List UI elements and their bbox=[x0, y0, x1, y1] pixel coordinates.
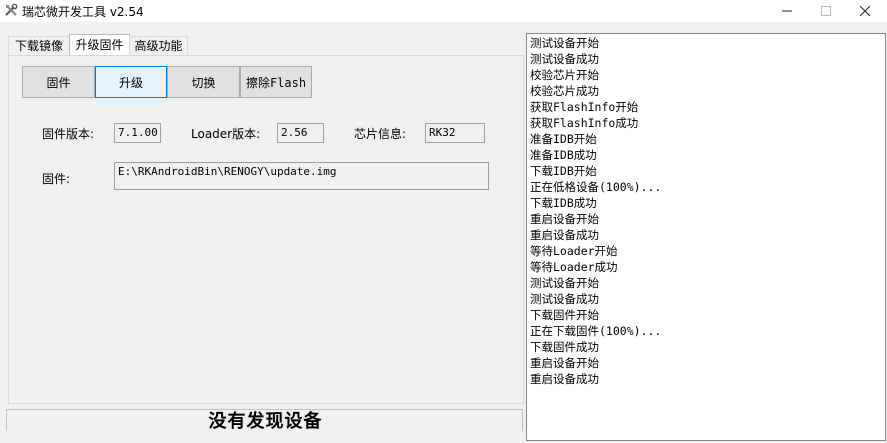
log-line: 获取FlashInfo开始 bbox=[530, 100, 639, 114]
loader-version-label: Loader版本: bbox=[191, 127, 261, 141]
log-line: 下载IDB开始 bbox=[530, 164, 597, 178]
log-line: 重启设备成功 bbox=[530, 228, 599, 242]
log-line: 正在低格设备(100%)... bbox=[530, 180, 662, 194]
firmware-path-label: 固件: bbox=[42, 172, 71, 186]
firmware-path-field: E:\RKAndroidBin\RENOGY\update.img bbox=[114, 162, 489, 190]
log-line: 下载IDB成功 bbox=[530, 196, 597, 210]
firmware-version-label: 固件版本: bbox=[42, 127, 95, 141]
erase-flash-button[interactable]: 擦除Flash bbox=[240, 66, 312, 98]
log-line: 重启设备成功 bbox=[530, 372, 599, 386]
log-line: 校验芯片开始 bbox=[530, 68, 599, 82]
log-line: 测试设备成功 bbox=[530, 292, 599, 306]
upgrade-panel bbox=[8, 55, 524, 404]
log-line: 等待Loader开始 bbox=[530, 244, 618, 258]
log-line: 下载固件成功 bbox=[530, 340, 599, 354]
log-line: 测试设备成功 bbox=[530, 52, 599, 66]
app-window: 瑞芯微开发工具 v2.54 下载镜像 升级固件 高级功能 固件 升级 切换 擦除… bbox=[0, 0, 887, 443]
chip-info-label: 芯片信息: bbox=[354, 127, 407, 141]
log-line: 校验芯片成功 bbox=[530, 84, 599, 98]
close-button[interactable] bbox=[850, 0, 880, 22]
log-line: 测试设备开始 bbox=[530, 276, 599, 290]
tab-upgrade-firmware[interactable]: 升级固件 bbox=[69, 34, 130, 57]
maximize-icon bbox=[821, 6, 831, 16]
minimize-icon bbox=[782, 6, 792, 16]
tools-icon bbox=[4, 3, 18, 17]
log-output[interactable]: 测试设备开始 测试设备成功 校验芯片开始 校验芯片成功 获取FlashInfo开… bbox=[526, 33, 886, 441]
switch-button[interactable]: 切换 bbox=[167, 66, 240, 98]
log-line: 获取FlashInfo成功 bbox=[530, 116, 639, 130]
close-icon bbox=[860, 6, 870, 16]
tab-advanced-functions[interactable]: 高级功能 bbox=[129, 36, 188, 56]
maximize-button[interactable] bbox=[811, 0, 841, 22]
log-line: 重启设备开始 bbox=[530, 356, 599, 370]
log-line: 测试设备开始 bbox=[530, 36, 599, 50]
log-line: 重启设备开始 bbox=[530, 212, 599, 226]
log-line: 正在下载固件(100%)... bbox=[530, 324, 662, 338]
log-line: 下载固件开始 bbox=[530, 308, 599, 322]
window-title: 瑞芯微开发工具 v2.54 bbox=[22, 5, 144, 19]
tab-download-image[interactable]: 下载镜像 bbox=[8, 36, 70, 56]
title-bar: 瑞芯微开发工具 v2.54 bbox=[0, 0, 887, 22]
device-status-text: 没有发现设备 bbox=[208, 411, 323, 432]
firmware-version-field: 7.1.00 bbox=[114, 123, 161, 143]
log-line: 等待Loader成功 bbox=[530, 260, 618, 274]
loader-version-field: 2.56 bbox=[277, 123, 324, 143]
chip-info-field: RK32 bbox=[425, 123, 485, 143]
upgrade-button[interactable]: 升级 bbox=[95, 66, 167, 98]
minimize-button[interactable] bbox=[772, 0, 802, 22]
log-line: 准备IDB开始 bbox=[530, 132, 597, 146]
log-line: 准备IDB成功 bbox=[530, 148, 597, 162]
status-bar: 没有发现设备 bbox=[6, 409, 523, 432]
firmware-button[interactable]: 固件 bbox=[22, 66, 95, 98]
